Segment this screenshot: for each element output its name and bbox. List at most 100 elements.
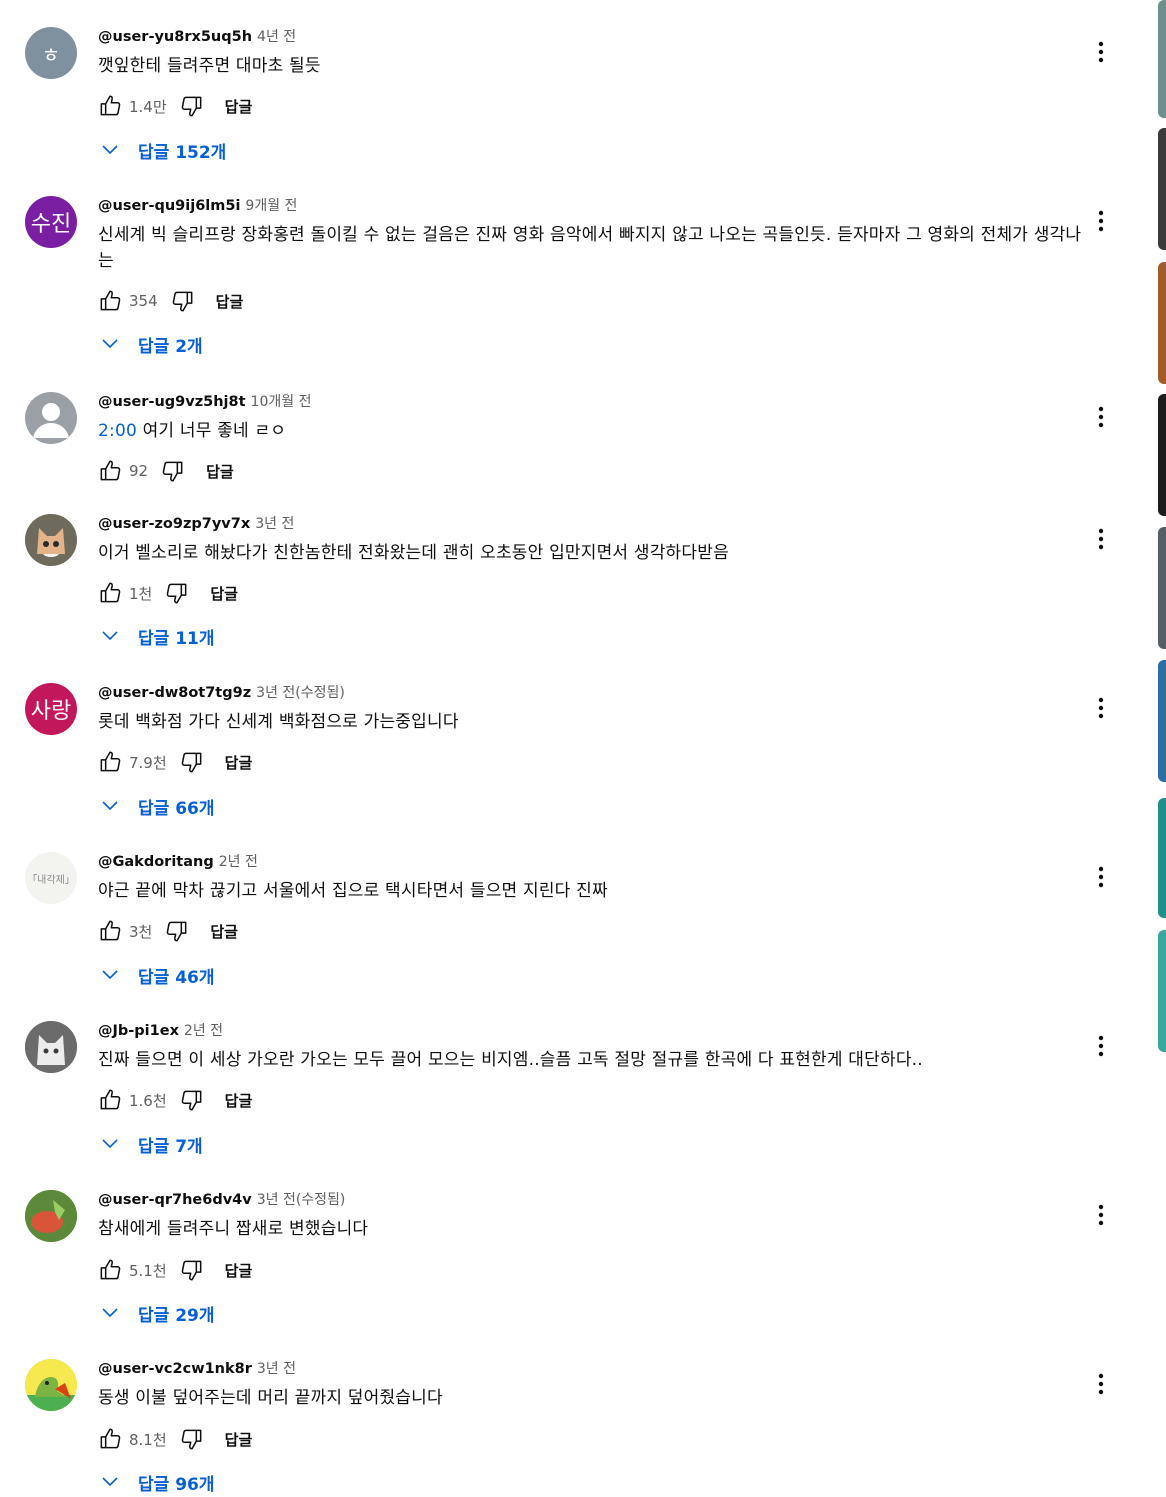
more-options-icon[interactable]	[1088, 524, 1114, 554]
avatar[interactable]: ㅎ	[25, 27, 77, 79]
view-replies-button[interactable]: 답글 152개	[100, 135, 226, 165]
comment-text: 동생 이불 덮어주는데 머리 끝까지 덮어줬습니다	[98, 1388, 443, 1408]
dislike-icon[interactable]	[177, 1085, 207, 1115]
like-icon[interactable]	[95, 286, 125, 316]
avatar[interactable]	[25, 1359, 77, 1411]
dislike-icon[interactable]	[177, 1255, 207, 1285]
more-options-icon[interactable]	[1088, 402, 1114, 432]
like-icon[interactable]	[95, 916, 125, 946]
comment-text: 야근 끝에 막차 끊기고 서울에서 집으로 택시타면서 들으면 지린다 진짜	[98, 881, 608, 901]
avatar[interactable]: 수진	[25, 196, 77, 248]
view-replies-button[interactable]: 답글 11개	[100, 621, 215, 651]
cat-avatar-icon	[25, 1021, 77, 1073]
video-thumbnail[interactable]	[1158, 930, 1166, 1052]
reply-button[interactable]: 답글	[225, 96, 253, 117]
chevron-down-icon	[100, 629, 120, 643]
view-replies-button[interactable]: 답글 96개	[100, 1467, 215, 1497]
avatar[interactable]	[25, 514, 77, 566]
reply-button[interactable]: 답글	[210, 583, 238, 604]
more-options-icon[interactable]	[1088, 1031, 1114, 1061]
dislike-icon[interactable]	[177, 1424, 207, 1454]
like-icon[interactable]	[95, 1255, 125, 1285]
author-name[interactable]: @user-zo9zp7yv7x	[98, 516, 250, 532]
author-name[interactable]: @user-qu9ij6lm5i	[98, 198, 240, 214]
dislike-icon[interactable]	[162, 578, 192, 608]
comment-header: @user-qu9ij6lm5i 9개월 전	[98, 196, 297, 216]
author-name[interactable]: @user-yu8rx5uq5h	[98, 29, 252, 45]
more-options-icon[interactable]	[1088, 693, 1114, 723]
chevron-down-icon	[100, 968, 120, 982]
video-thumbnail[interactable]	[1158, 262, 1166, 384]
author-name[interactable]: @user-ug9vz5hj8t	[98, 394, 246, 410]
dislike-icon[interactable]	[158, 456, 188, 486]
like-count: 8.1천	[129, 1430, 167, 1449]
reply-button[interactable]: 답글	[225, 1260, 253, 1281]
comment-time[interactable]: 10개월 전	[251, 394, 312, 410]
reply-button[interactable]: 답글	[206, 461, 234, 482]
view-replies-button[interactable]: 답글 66개	[100, 791, 215, 821]
like-icon[interactable]	[95, 456, 125, 486]
dislike-icon[interactable]	[162, 916, 192, 946]
like-icon[interactable]	[95, 1085, 125, 1115]
author-name[interactable]: @Jb-pi1ex	[98, 1023, 179, 1039]
like-count: 1천	[129, 584, 153, 603]
avatar[interactable]: 「내각제」	[25, 852, 77, 904]
author-name[interactable]: @user-qr7he6dv4v	[98, 1192, 252, 1208]
comment-time[interactable]: 3년 전	[255, 516, 294, 532]
video-thumbnail[interactable]	[1158, 394, 1166, 516]
dislike-icon[interactable]	[177, 747, 207, 777]
comment-time[interactable]: 4년 전	[257, 29, 296, 45]
like-icon[interactable]	[95, 1424, 125, 1454]
reply-button[interactable]: 답글	[210, 921, 238, 942]
comment-text-body: 여기 너무 좋네 ㄹㅇ	[136, 421, 287, 441]
more-options-icon[interactable]	[1088, 37, 1114, 67]
video-thumbnail[interactable]	[1158, 527, 1166, 649]
reply-button[interactable]: 답글	[216, 291, 244, 312]
dislike-icon[interactable]	[168, 286, 198, 316]
avatar[interactable]: 사랑	[25, 683, 77, 735]
like-count: 1.4만	[129, 97, 167, 116]
timestamp-link[interactable]: 2:00	[98, 421, 137, 441]
replies-count: 답글 11개	[138, 628, 215, 649]
view-replies-button[interactable]: 답글 7개	[100, 1129, 203, 1159]
chevron-down-icon	[100, 1306, 120, 1320]
avatar[interactable]	[25, 1190, 77, 1242]
reply-button[interactable]: 답글	[225, 1429, 253, 1450]
video-thumbnail[interactable]	[1158, 0, 1166, 118]
like-count: 1.6천	[129, 1091, 167, 1110]
view-replies-button[interactable]: 답글 2개	[100, 329, 203, 359]
author-name[interactable]: @Gakdoritang	[98, 854, 214, 870]
reply-button[interactable]: 답글	[225, 1090, 253, 1111]
dislike-icon[interactable]	[177, 91, 207, 121]
video-thumbnail[interactable]	[1158, 128, 1166, 250]
video-thumbnail[interactable]	[1158, 798, 1166, 918]
comment-text: 깻잎한테 들려주면 대마초 될듯	[98, 56, 321, 76]
like-count: 3천	[129, 922, 153, 941]
comment-time[interactable]: 3년 전	[257, 1361, 296, 1377]
comment-time[interactable]: 9개월 전	[245, 198, 297, 214]
like-icon[interactable]	[95, 578, 125, 608]
comment-time[interactable]: 2년 전	[184, 1023, 223, 1039]
more-options-icon[interactable]	[1088, 862, 1114, 892]
comment-text: 롯데 백화점 가다 신세계 백화점으로 가는중입니다	[98, 712, 459, 732]
comment-header: @user-dw8ot7tg9z 3년 전(수정됨)	[98, 683, 345, 703]
more-options-icon[interactable]	[1088, 206, 1114, 236]
author-name[interactable]: @user-vc2cw1nk8r	[98, 1361, 252, 1377]
comment-time[interactable]: 3년 전(수정됨)	[257, 1192, 346, 1208]
like-icon[interactable]	[95, 91, 125, 121]
video-thumbnail[interactable]	[1158, 660, 1166, 782]
comment-time[interactable]: 2년 전	[219, 854, 258, 870]
comment-time[interactable]: 3년 전(수정됨)	[256, 685, 345, 701]
view-replies-button[interactable]: 답글 29개	[100, 1298, 215, 1328]
comment-text: 신세계 빅 슬리프랑 장화홍련 돌이킬 수 없는 걸음은 진짜 영화 음악에서 …	[98, 225, 1082, 271]
replies-count: 답글 96개	[138, 1474, 215, 1495]
like-icon[interactable]	[95, 747, 125, 777]
more-options-icon[interactable]	[1088, 1200, 1114, 1230]
view-replies-button[interactable]: 답글 46개	[100, 960, 215, 990]
author-name[interactable]: @user-dw8ot7tg9z	[98, 685, 251, 701]
avatar[interactable]	[25, 1021, 77, 1073]
comment-text: 참새에게 들려주니 짭새로 변했습니다	[98, 1219, 369, 1239]
more-options-icon[interactable]	[1088, 1369, 1114, 1399]
avatar[interactable]	[25, 392, 77, 444]
reply-button[interactable]: 답글	[225, 752, 253, 773]
